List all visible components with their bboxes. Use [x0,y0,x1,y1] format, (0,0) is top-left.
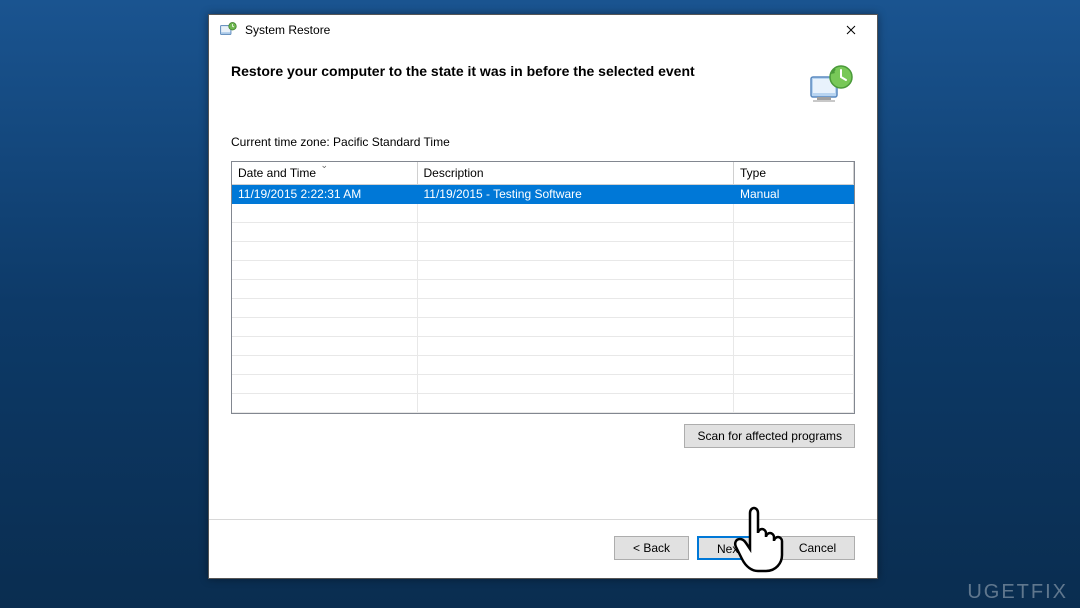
table-row-empty [232,242,854,261]
wizard-header: Restore your computer to the state it wa… [209,45,877,125]
system-restore-window: System Restore Restore your computer to … [208,14,878,579]
table-row-empty [232,356,854,375]
cell-type: Manual [734,185,854,204]
system-restore-icon [219,21,237,39]
wizard-footer: < Back Next > Cancel [209,520,877,578]
column-header-description[interactable]: Description [417,162,734,185]
scan-affected-programs-button[interactable]: Scan for affected programs [684,424,855,448]
table-row-empty [232,394,854,413]
column-header-type[interactable]: Type [734,162,854,185]
table-row-empty [232,318,854,337]
column-header-datetime[interactable]: Date and Time ⌄ [232,162,417,185]
titlebar: System Restore [209,15,877,45]
chevron-down-icon: ⌄ [320,160,328,171]
restore-computer-icon [807,63,855,111]
timezone-label: Current time zone: Pacific Standard Time [231,135,855,149]
table-row[interactable]: 11/19/2015 2:22:31 AM 11/19/2015 - Testi… [232,185,854,204]
column-label: Date and Time [238,166,316,180]
cell-datetime: 11/19/2015 2:22:31 AM [232,185,417,204]
table-row-empty [232,337,854,356]
table-row-empty [232,299,854,318]
table-row-empty [232,280,854,299]
page-title: Restore your computer to the state it wa… [231,63,695,79]
window-title: System Restore [245,23,828,37]
restore-points-table: Date and Time ⌄ Description Type 11/19/2… [231,161,855,414]
table-row-empty [232,261,854,280]
cancel-button[interactable]: Cancel [780,536,855,560]
close-button[interactable] [828,16,873,44]
back-button[interactable]: < Back [614,536,689,560]
content-area: Current time zone: Pacific Standard Time… [209,125,877,503]
cell-description: 11/19/2015 - Testing Software [417,185,734,204]
table-row-empty [232,375,854,394]
next-button[interactable]: Next > [697,536,772,560]
table-row-empty [232,223,854,242]
watermark: UGETFIX [967,581,1068,604]
table-row-empty [232,204,854,223]
